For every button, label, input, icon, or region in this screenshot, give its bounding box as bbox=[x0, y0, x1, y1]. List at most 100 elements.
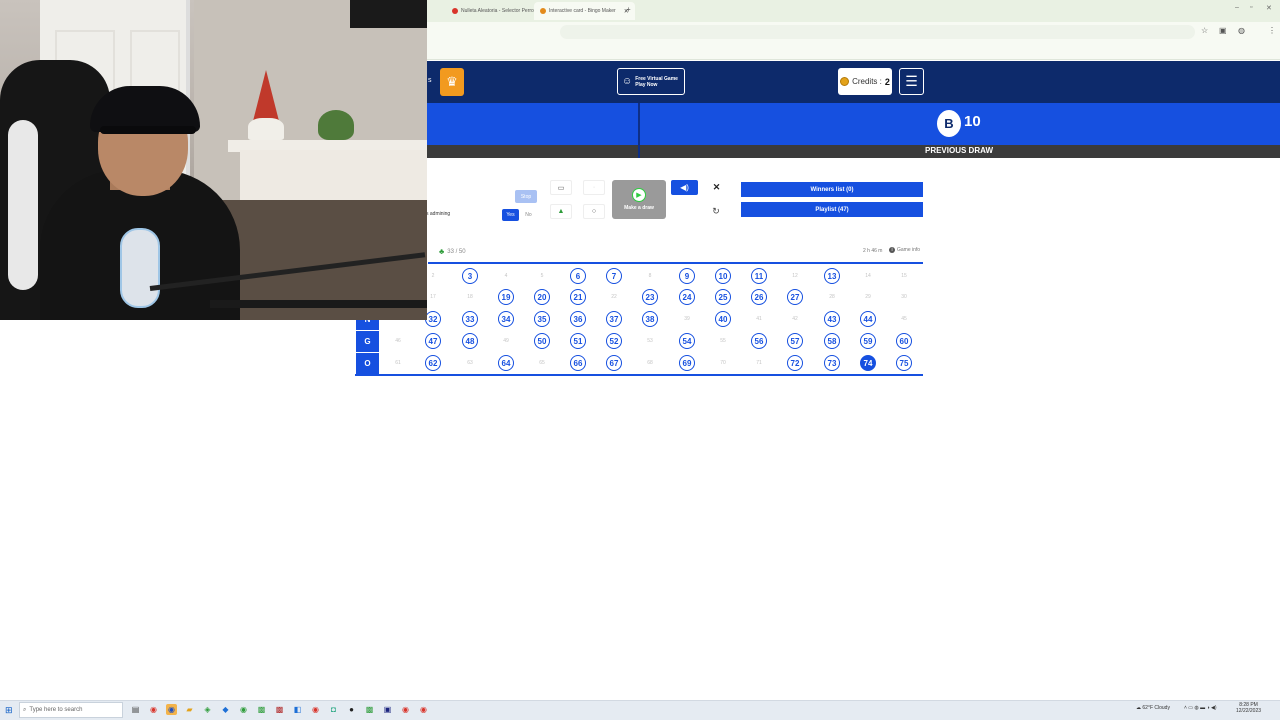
bingo-number-called: 34 bbox=[498, 311, 514, 327]
task-view-icon[interactable]: ▤ bbox=[130, 704, 141, 715]
webcam-plant bbox=[318, 110, 354, 140]
tab-favicon-icon bbox=[540, 8, 546, 14]
credits-label: Credits : bbox=[852, 77, 882, 86]
chat-icon: ○ bbox=[591, 208, 597, 215]
game-info-link[interactable]: i Game info bbox=[889, 247, 920, 253]
taskbar-app-icon[interactable]: ◉ bbox=[310, 704, 321, 715]
windows-start-icon[interactable]: ⊞ bbox=[5, 705, 13, 716]
bingo-number-called: 11 bbox=[751, 268, 767, 284]
bingo-number-called: 7 bbox=[606, 268, 622, 284]
minimize-icon[interactable]: – bbox=[1235, 4, 1239, 11]
admin-label: s admining bbox=[426, 211, 451, 217]
bingo-number: 70 bbox=[720, 360, 726, 366]
taskbar-app-icon[interactable]: ▩ bbox=[274, 704, 285, 715]
maximize-icon[interactable]: ▫ bbox=[1250, 4, 1252, 11]
close-window-icon[interactable]: ✕ bbox=[1266, 4, 1272, 12]
bingo-number: 55 bbox=[720, 338, 726, 344]
draw-divider bbox=[638, 103, 640, 158]
chat-button[interactable]: ○ bbox=[583, 204, 605, 219]
winners-list-button[interactable]: Winners list (0) bbox=[741, 182, 923, 197]
taskbar-app-icon[interactable]: ◉ bbox=[418, 704, 429, 715]
tab-title: Nulleta Aleatoria - Selector Perro bbox=[461, 8, 534, 14]
search-placeholder: Type here to search bbox=[29, 707, 83, 713]
free-game-subtitle: Play Now bbox=[635, 81, 658, 88]
bingo-number: 22 bbox=[611, 294, 617, 300]
profile-icon[interactable]: ◍ bbox=[1238, 26, 1245, 35]
bingo-number: 15 bbox=[901, 273, 907, 279]
dash-icon: · bbox=[592, 184, 596, 191]
bingo-number: 45 bbox=[901, 316, 907, 322]
bingo-number-called: 23 bbox=[642, 289, 658, 305]
sound-button[interactable]: ◀) bbox=[671, 180, 698, 195]
excel-icon[interactable]: ▩ bbox=[256, 704, 267, 715]
bingo-number-called: 33 bbox=[462, 311, 478, 327]
taskbar-chrome-active-icon[interactable]: ◉ bbox=[166, 704, 177, 715]
taskbar-app-icon[interactable]: ◈ bbox=[202, 704, 213, 715]
screen-button[interactable]: ▭ bbox=[550, 180, 572, 195]
credits-badge[interactable]: Credits : 2 bbox=[838, 68, 892, 95]
webcam-person-cap-brim bbox=[100, 126, 196, 134]
free-game-title: Free Virtual Game bbox=[635, 75, 678, 82]
webcam-gnome bbox=[248, 118, 284, 140]
bingo-number: 12 bbox=[792, 273, 798, 279]
bingo-number-called: 36 bbox=[570, 311, 586, 327]
browser-tab-1[interactable]: Nulleta Aleatoria - Selector Perro bbox=[446, 2, 540, 20]
refresh-icon[interactable]: ↻ bbox=[708, 204, 724, 219]
previous-draw-label: PREVIOUS DRAW bbox=[924, 146, 993, 155]
taskbar-app-icon[interactable]: ◉ bbox=[238, 704, 249, 715]
tray-icons[interactable]: ˄ ▭ ◍ ▬ ◑ ◀) bbox=[1184, 705, 1216, 711]
browser-tab-2[interactable]: Interactive card - Bingo Maker ✕ bbox=[534, 2, 635, 20]
bingo-number-called: 44 bbox=[860, 311, 876, 327]
taskbar-app-icon[interactable]: ● bbox=[346, 704, 357, 715]
star-icon[interactable]: ☆ bbox=[1201, 26, 1208, 35]
bingo-number: 41 bbox=[756, 316, 762, 322]
taskbar-app-icon[interactable]: ◆ bbox=[220, 704, 231, 715]
trophy-button[interactable]: ♛ bbox=[440, 68, 464, 96]
yes-toggle[interactable]: Yes bbox=[502, 209, 519, 221]
file-explorer-icon[interactable]: ▰ bbox=[184, 704, 195, 715]
bingo-number: 8 bbox=[648, 273, 652, 279]
make-draw-button[interactable]: ▶ Make a draw bbox=[612, 180, 666, 219]
bingo-number: 42 bbox=[792, 316, 798, 322]
weather-text: 62°F Cloudy bbox=[1142, 705, 1170, 711]
bingo-number: 61 bbox=[395, 360, 401, 366]
players-icon: ♣ bbox=[439, 247, 445, 256]
bingo-number: 65 bbox=[539, 360, 545, 366]
taskbar-search-input[interactable]: ⌕ Type here to search bbox=[19, 702, 123, 718]
webcam-microphone bbox=[120, 228, 160, 308]
lock-button[interactable]: ▲ bbox=[550, 204, 572, 219]
header-link-fragment[interactable]: s bbox=[428, 77, 432, 84]
taskbar-app-icon[interactable]: ◉ bbox=[400, 704, 411, 715]
bingo-number: 63 bbox=[467, 360, 473, 366]
menu-icon[interactable]: ⋮ bbox=[1268, 26, 1276, 35]
playlist-button[interactable]: Playlist (47) bbox=[741, 202, 923, 217]
weather-widget[interactable]: ☁ 62°F Cloudy bbox=[1136, 705, 1170, 711]
taskbar-app-icon[interactable]: ◉ bbox=[148, 704, 159, 715]
stop-button[interactable]: Stop bbox=[515, 190, 537, 203]
taskbar-clock[interactable]: 8:28 PM 12/22/2023 bbox=[1236, 702, 1261, 714]
tab-favicon-icon bbox=[452, 8, 458, 14]
info-icon: i bbox=[889, 247, 895, 253]
extensions-icon[interactable]: ▣ bbox=[1219, 26, 1227, 35]
bingo-number-called: 38 bbox=[642, 311, 658, 327]
taskbar-app-icon[interactable]: ◘ bbox=[328, 704, 339, 715]
close-icon[interactable]: ✕ bbox=[710, 181, 723, 194]
speaker-icon: ◀) bbox=[680, 183, 689, 192]
bingo-number: 14 bbox=[865, 273, 871, 279]
clock-date: 12/22/2023 bbox=[1236, 708, 1262, 714]
hamburger-menu-button[interactable]: ☰ bbox=[899, 68, 924, 95]
bingo-number: 71 bbox=[756, 360, 762, 366]
bingo-number-called: 20 bbox=[534, 289, 550, 305]
disabled-button[interactable]: · bbox=[583, 180, 605, 195]
bingo-number-called: 58 bbox=[824, 333, 840, 349]
free-virtual-game-button[interactable]: ☺ Free Virtual Game Play Now bbox=[617, 68, 685, 95]
address-bar[interactable] bbox=[560, 25, 1195, 39]
taskbar-app-icon[interactable]: ▣ bbox=[382, 704, 393, 715]
credits-value: 2 bbox=[884, 76, 890, 87]
new-tab-button[interactable]: + bbox=[626, 5, 631, 14]
taskbar-app-icon[interactable]: ▩ bbox=[364, 704, 375, 715]
webcam-mic-arm bbox=[210, 300, 427, 308]
players-value: 33 / 50 bbox=[447, 248, 466, 255]
taskbar-app-icon[interactable]: ◧ bbox=[292, 704, 303, 715]
no-toggle[interactable]: No bbox=[521, 209, 536, 221]
